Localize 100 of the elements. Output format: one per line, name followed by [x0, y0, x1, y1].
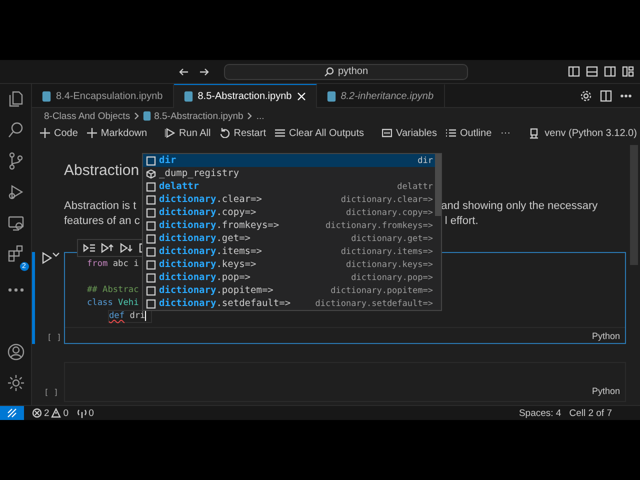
run-cell-icon[interactable]: [41, 252, 52, 264]
suggestion-label: dictionary.keys=>: [159, 259, 256, 270]
suggestion-label: dictionary.pop=>: [159, 272, 251, 283]
layout-icon[interactable]: [622, 66, 634, 77]
paragraph-text: l effort.: [444, 215, 478, 229]
suggestion-label: dictionary.fromkeys=>: [159, 220, 280, 231]
suggestion-detail: dictionary.popitem=>: [330, 286, 433, 296]
search-field[interactable]: python: [224, 64, 468, 80]
suggestion-item[interactable]: dictionary.copy=> dictionary.copy=>: [143, 206, 441, 219]
suggestion-label: dictionary.copy=>: [159, 207, 256, 218]
suggestion-label: dictionary.items=>: [159, 246, 262, 257]
toolbar-button[interactable]: Outline: [460, 128, 492, 138]
ports-count[interactable]: 0: [88, 408, 94, 418]
error-icon: [32, 408, 42, 418]
run-all-icon: [165, 128, 176, 138]
editor-tab[interactable]: 8.2-inheritance.ipynb: [316, 84, 445, 107]
scrollbar[interactable]: [630, 145, 638, 265]
suggestion-label: dictionary.clear=>: [159, 194, 262, 205]
back-arrow-icon[interactable]: [178, 66, 190, 76]
account-icon[interactable]: [6, 343, 24, 361]
toolbar-button[interactable]: Restart: [234, 128, 266, 138]
remote-button[interactable]: [0, 406, 24, 420]
toolbar-button[interactable]: Clear All Outputs: [288, 128, 364, 138]
toolbar-button[interactable]: Code: [54, 128, 78, 138]
search-icon[interactable]: [6, 121, 24, 139]
toolbar-button[interactable]: Variables: [396, 128, 437, 138]
error-count[interactable]: 2: [44, 408, 50, 418]
suggestion-label: dictionary.setdefault=>: [159, 298, 291, 309]
suggestion-label: _dump_registry: [159, 168, 240, 179]
forward-arrow-icon[interactable]: [198, 66, 210, 76]
suggestion-item[interactable]: _dump_registry: [143, 167, 441, 180]
markdown-heading: Abstraction: [64, 162, 140, 181]
settings-icon[interactable]: [580, 90, 592, 102]
indentation-status[interactable]: Spaces: 4: [518, 408, 562, 418]
outline-icon: [446, 128, 456, 138]
run-below-icon[interactable]: [120, 243, 133, 253]
settings-icon[interactable]: [6, 374, 24, 392]
suggestion-item[interactable]: dictionary.fromkeys=> dictionary.fromkeys=>: [143, 219, 441, 232]
suggestion-detail: dictionary.get=>: [351, 234, 433, 244]
secondary-sidebar-icon[interactable]: [604, 66, 616, 77]
suggestion-item[interactable]: delattr delattr: [143, 180, 441, 193]
toolbar-button[interactable]: Markdown: [100, 128, 148, 138]
suggestion-item[interactable]: dictionary.pop=> dictionary.pop=>: [143, 271, 441, 284]
breadcrumb-item[interactable]: ...: [256, 110, 264, 122]
chevron-down-icon[interactable]: [52, 252, 60, 258]
close-icon[interactable]: [296, 92, 306, 101]
panel-toggle-icon[interactable]: [586, 66, 598, 77]
suggestion-item[interactable]: dictionary.keys=> dictionary.keys=>: [143, 258, 441, 271]
notebook-icon: [42, 90, 51, 102]
suggestion-detail: dictionary.setdefault=>: [315, 298, 433, 308]
paragraph-text: and showing only the necessary: [441, 200, 598, 214]
run-debug-icon[interactable]: [6, 183, 24, 201]
paragraph-text: features of an c: [64, 215, 140, 229]
suggestion-item[interactable]: dictionary.setdefault=> dictionary.setdefault=>: [143, 297, 441, 310]
code-token: ## Abstrac: [87, 285, 139, 295]
restart-icon: [220, 128, 230, 138]
more-button[interactable]: ⋯: [500, 127, 511, 139]
language-label[interactable]: Python: [592, 386, 620, 396]
extensions-icon[interactable]: [6, 245, 24, 263]
language-label[interactable]: Python: [592, 331, 620, 341]
warning-count[interactable]: 0: [63, 408, 69, 418]
plus-icon: [40, 128, 50, 138]
suggestion-item[interactable]: dictionary.get=> dictionary.get=>: [143, 232, 441, 245]
empty-code-cell[interactable]: Python: [64, 362, 626, 402]
suggestion-label: dictionary.get=>: [159, 233, 251, 244]
notebook-icon: [184, 91, 193, 102]
suggestion-item[interactable]: dictionary.popitem=> dictionary.popitem=>: [143, 284, 441, 297]
split-editor-icon[interactable]: [600, 90, 612, 102]
run-above-icon[interactable]: [101, 243, 114, 253]
execution-count: [ ]: [44, 388, 58, 397]
cube-icon: [146, 168, 156, 178]
breadcrumb-item[interactable]: 8.5-Abstraction.ipynb: [154, 110, 244, 122]
suggestion-detail: dictionary.fromkeys=>: [326, 220, 433, 230]
suggestion-item[interactable]: dictionary.clear=> dictionary.clear=>: [143, 193, 441, 206]
source-control-icon[interactable]: [6, 152, 24, 170]
variable-icon: [146, 156, 156, 166]
toolbar-button[interactable]: Run All: [179, 128, 211, 138]
scrollbar[interactable]: [435, 154, 441, 216]
code-token: class: [87, 298, 113, 308]
remote-explorer-icon[interactable]: [6, 214, 24, 232]
kernel-picker[interactable]: venv (Python 3.12.0): [544, 128, 637, 138]
breadcrumb-item[interactable]: 8-Class And Objects: [44, 110, 130, 122]
suggestion-item[interactable]: dictionary.items=> dictionary.items=>: [143, 245, 441, 258]
code-token: Vehi: [117, 298, 139, 308]
code-token: def: [109, 311, 125, 321]
run-by-line-icon[interactable]: [83, 243, 95, 253]
remote-icon: [7, 408, 17, 418]
chevron-right-icon: [246, 112, 254, 120]
suggestion-detail: dictionary.clear=>: [340, 194, 433, 204]
suggestion-detail: dictionary.items=>: [340, 246, 433, 256]
cell-status[interactable]: Cell 2 of 7: [569, 408, 612, 418]
files-icon[interactable]: [6, 90, 24, 108]
editor-tab[interactable]: 8.5-Abstraction.ipynb: [174, 84, 317, 108]
suggestion-label: dictionary.popitem=>: [159, 285, 274, 296]
chevron-right-icon: [133, 112, 140, 120]
clear-outputs-icon: [274, 128, 285, 138]
kernel-icon: [528, 128, 539, 138]
sidebar-toggle-icon[interactable]: [568, 66, 580, 77]
warning-icon: [51, 408, 62, 418]
notebook-icon: [326, 90, 336, 102]
